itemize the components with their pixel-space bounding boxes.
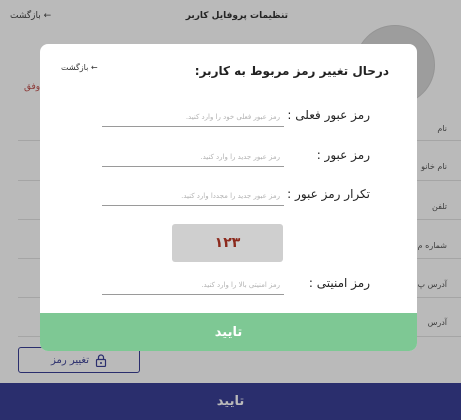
new-password-input[interactable] (102, 148, 284, 167)
modal-title: درحال تغییر رمز مربوط به کاربر: (194, 64, 389, 78)
captcha-image: ۱۲۳ (172, 224, 283, 262)
repeat-password-label: تکرار رمز عبور : (287, 187, 370, 201)
new-password-row: رمز عبور : (40, 148, 417, 170)
change-password-dialog: بازگشت ← درحال تغییر رمز مربوط به کاربر:… (40, 44, 417, 351)
repeat-password-input[interactable] (102, 187, 284, 206)
security-code-label: رمز امنیتی : (308, 276, 370, 290)
modal-confirm-button[interactable]: تایید (40, 313, 417, 351)
modal-back-link[interactable]: بازگشت ← (61, 63, 98, 72)
security-code-input[interactable] (102, 276, 284, 295)
current-password-label: رمز عبور فعلی : (287, 108, 370, 122)
current-password-row: رمز عبور فعلی : (40, 108, 417, 130)
repeat-password-row: تکرار رمز عبور : (40, 187, 417, 209)
new-password-label: رمز عبور : (316, 148, 370, 162)
current-password-input[interactable] (102, 108, 284, 127)
security-code-row: رمز امنیتی : (40, 276, 417, 298)
